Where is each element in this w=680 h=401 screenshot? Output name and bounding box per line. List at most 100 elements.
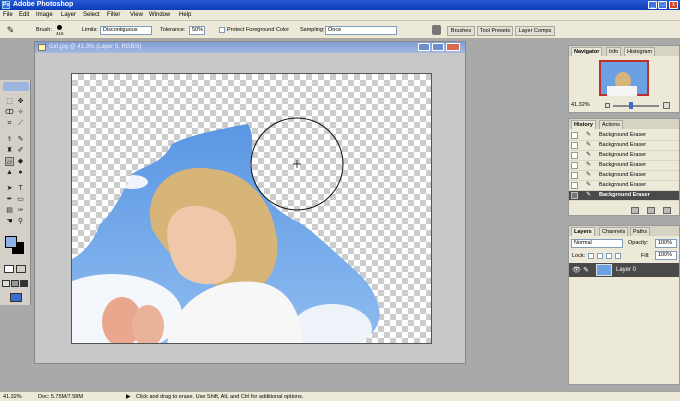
navigator-thumbnail[interactable] (599, 60, 649, 96)
doc-maximize-button[interactable] (432, 43, 444, 51)
doc-close-button[interactable] (446, 43, 460, 51)
lock-pixels-icon[interactable] (597, 253, 603, 259)
history-source-checkbox[interactable] (571, 152, 578, 159)
history-source-checkbox[interactable] (571, 132, 578, 139)
new-document-from-state-icon[interactable] (631, 207, 639, 214)
marquee-tool-icon[interactable]: ⬚ (5, 97, 14, 106)
pen-tool-icon[interactable]: ✒ (5, 195, 14, 204)
protect-foreground-checkbox[interactable] (219, 27, 225, 33)
foreground-color-swatch[interactable] (5, 236, 17, 248)
lock-transparency-icon[interactable] (588, 253, 594, 259)
lasso-tool-icon[interactable]: ↀ (5, 108, 14, 117)
brush-tool-icon[interactable]: ✎ (16, 135, 25, 144)
tab-tool-presets[interactable]: Tool Presets (477, 26, 513, 36)
status-zoom[interactable]: 41.32% (3, 394, 22, 400)
minimize-button[interactable]: _ (648, 1, 657, 9)
tab-layer-comps[interactable]: Layer Comps (515, 26, 555, 36)
tab-histogram[interactable]: Histogram (624, 47, 656, 56)
zoom-out-icon[interactable] (605, 103, 610, 108)
hand-tool-icon[interactable]: ☚ (5, 217, 14, 226)
zoom-slider-handle[interactable] (629, 102, 633, 109)
history-item[interactable]: ✎ Background Eraser (569, 181, 679, 191)
maximize-button[interactable]: □ (658, 1, 667, 9)
history-item-selected[interactable]: ✎ Background Eraser (569, 191, 679, 201)
image-canvas[interactable] (71, 73, 432, 344)
menu-filter[interactable]: Filter (107, 12, 120, 18)
opacity-input[interactable]: 100% (655, 239, 677, 248)
type-tool-icon[interactable]: T (16, 184, 25, 193)
tab-channels[interactable]: Channels (599, 227, 629, 236)
eyedropper-tool-icon[interactable]: ✑ (16, 206, 25, 215)
trash-icon[interactable] (663, 207, 671, 214)
menu-edit[interactable]: Edit (19, 12, 29, 18)
brush-link-icon[interactable]: ✎ (583, 266, 589, 274)
layer-row[interactable]: 👁 ✎ Layer 0 (569, 263, 679, 277)
lock-all-icon[interactable] (615, 253, 621, 259)
quick-mask-mode-icon[interactable] (16, 265, 26, 273)
tab-paths[interactable]: Paths (630, 227, 651, 236)
history-source-checkbox[interactable] (571, 192, 578, 199)
screen-mode-full-icon[interactable] (20, 280, 28, 287)
jump-to-imageready-icon[interactable] (10, 293, 22, 302)
menu-window[interactable]: Window (149, 12, 170, 18)
zoom-in-icon[interactable] (663, 102, 670, 109)
menu-view[interactable]: View (130, 12, 143, 18)
crop-tool-icon[interactable]: ⌗ (5, 119, 14, 128)
tab-navigator[interactable]: Navigator (571, 47, 603, 56)
history-item[interactable]: ✎ Background Eraser (569, 131, 679, 141)
paint-bucket-tool-icon[interactable]: ◆ (16, 157, 25, 166)
zoom-slider[interactable] (613, 105, 659, 107)
history-brush-tool-icon[interactable]: ✐ (16, 146, 25, 155)
create-snapshot-icon[interactable] (647, 207, 655, 214)
history-source-checkbox[interactable] (571, 142, 578, 149)
navigator-zoom-value[interactable]: 41.32% (571, 102, 590, 108)
tab-layers[interactable]: Layers (571, 227, 595, 236)
tab-info[interactable]: Info (606, 47, 622, 56)
sampling-select[interactable]: Once (325, 26, 397, 35)
status-menu-arrow-icon[interactable]: ▶ (126, 393, 131, 400)
lock-position-icon[interactable] (606, 253, 612, 259)
move-tool-icon[interactable]: ✥ (16, 97, 25, 106)
history-item[interactable]: ✎ Background Eraser (569, 151, 679, 161)
palette-well-icon[interactable] (432, 25, 441, 35)
screen-mode-standard-icon[interactable] (2, 280, 10, 287)
shape-tool-icon[interactable]: ▭ (16, 195, 25, 204)
blur-tool-icon[interactable]: ▲ (5, 168, 14, 177)
notes-tool-icon[interactable]: ▤ (5, 206, 14, 215)
tab-history[interactable]: History (571, 120, 596, 129)
healing-brush-tool-icon[interactable]: ⚕ (5, 135, 14, 144)
dodge-tool-icon[interactable]: ● (16, 168, 25, 177)
tab-actions[interactable]: Actions (599, 120, 624, 129)
menu-help[interactable]: Help (179, 12, 191, 18)
menu-layer[interactable]: Layer (61, 12, 76, 18)
path-selection-tool-icon[interactable]: ➤ (5, 184, 14, 193)
menu-select[interactable]: Select (83, 12, 100, 18)
zoom-tool-icon[interactable]: ⚲ (16, 217, 25, 226)
eraser-tool-preset-icon[interactable]: ✎ (6, 26, 15, 35)
tolerance-input[interactable]: 50% (189, 26, 205, 35)
limits-select[interactable]: Discontiguous (100, 26, 152, 35)
screen-mode-full-menu-icon[interactable] (11, 280, 19, 287)
history-source-checkbox[interactable] (571, 172, 578, 179)
eraser-step-icon: ✎ (586, 152, 592, 158)
tab-brushes[interactable]: Brushes (447, 26, 475, 36)
history-item[interactable]: ✎ Background Eraser (569, 161, 679, 171)
brush-size: 416 (56, 31, 64, 36)
menu-image[interactable]: Image (36, 12, 53, 18)
eye-icon[interactable]: 👁 (572, 266, 581, 274)
magic-wand-tool-icon[interactable]: ✧ (16, 108, 25, 117)
standard-mode-icon[interactable] (4, 265, 14, 273)
doc-minimize-button[interactable] (418, 43, 430, 51)
blend-mode-select[interactable]: Normal (571, 239, 623, 248)
brush-preview-icon[interactable] (57, 25, 62, 30)
history-item[interactable]: ✎ Background Eraser (569, 171, 679, 181)
eraser-tool-icon[interactable]: ▱ (5, 157, 14, 166)
close-button[interactable]: x (669, 1, 678, 9)
fill-input[interactable]: 100% (655, 251, 677, 260)
history-source-checkbox[interactable] (571, 182, 578, 189)
history-source-checkbox[interactable] (571, 162, 578, 169)
menu-file[interactable]: File (3, 12, 13, 18)
clone-stamp-tool-icon[interactable]: ♜ (5, 146, 14, 155)
history-item[interactable]: ✎ Background Eraser (569, 141, 679, 151)
slice-tool-icon[interactable]: ⟋ (16, 119, 25, 128)
